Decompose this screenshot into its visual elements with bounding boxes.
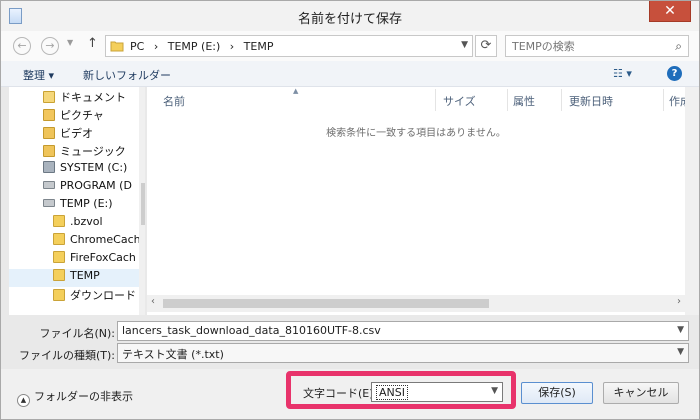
folder-icon: [110, 41, 124, 52]
column-separator[interactable]: [507, 89, 508, 111]
filename-field[interactable]: lancers_task_download_data_810160UTF-8.c…: [117, 321, 689, 341]
scroll-right-icon[interactable]: ›: [677, 296, 681, 307]
column-header-name[interactable]: 名前: [163, 93, 185, 109]
filetype-select[interactable]: テキスト文書 (*.txt) ▼: [117, 343, 689, 363]
column-header-size[interactable]: サイズ: [443, 93, 476, 109]
file-list-vertical-scrollbar[interactable]: [685, 87, 699, 315]
nav-item-documents[interactable]: ドキュメント: [43, 89, 139, 107]
nav-item-chromecache[interactable]: ChromeCach: [53, 233, 139, 251]
column-separator[interactable]: [663, 89, 664, 111]
address-row: ← → ▼ ↑ PC › TEMP (E:) › TEMP ▼ ⟳ ⌕: [1, 31, 699, 61]
documents-icon: [43, 91, 55, 103]
folder-icon: [53, 251, 65, 263]
breadcrumb-temp-drive[interactable]: TEMP (E:): [168, 40, 221, 53]
forward-button[interactable]: →: [41, 37, 59, 55]
column-separator[interactable]: [435, 89, 436, 111]
new-folder-button[interactable]: 新しいフォルダー: [83, 67, 171, 83]
sort-ascending-icon: ▲: [293, 87, 299, 95]
back-button[interactable]: ←: [13, 37, 31, 55]
search-box[interactable]: ⌕: [505, 35, 689, 57]
column-header-attributes[interactable]: 属性: [513, 93, 535, 109]
horizontal-scrollbar-thumb[interactable]: [163, 299, 489, 308]
filename-value: lancers_task_download_data_810160UTF-8.c…: [122, 324, 381, 337]
save-button[interactable]: 保存(S): [521, 382, 593, 404]
nav-item-music[interactable]: ミュージック: [43, 143, 139, 161]
column-header-modified[interactable]: 更新日時: [569, 93, 613, 109]
empty-message: 検索条件に一致する項目はありません。: [326, 128, 506, 139]
videos-icon: [43, 127, 55, 139]
up-arrow-icon[interactable]: ↑: [87, 36, 98, 51]
encoding-value: ANSI: [376, 385, 408, 400]
downloads-icon: [53, 289, 65, 301]
drive-icon: [43, 181, 55, 189]
pictures-icon: [43, 109, 55, 121]
search-icon[interactable]: ⌕: [675, 39, 682, 54]
nav-item-bzvol[interactable]: .bzvol: [53, 215, 139, 233]
breadcrumb-separator[interactable]: ›: [230, 40, 234, 53]
command-bar: 整理 ▾ 新しいフォルダー ☷ ▾ ?: [1, 61, 699, 87]
nav-item-temp-drive[interactable]: TEMP (E:): [43, 197, 139, 215]
horizontal-scrollbar[interactable]: ‹ ›: [147, 295, 685, 312]
breadcrumb-pc[interactable]: PC: [130, 40, 144, 53]
search-input[interactable]: [512, 38, 662, 54]
filename-label: ファイル名(N):: [39, 327, 115, 340]
filename-dropdown-icon[interactable]: ▼: [677, 325, 684, 335]
scroll-left-icon[interactable]: ‹: [151, 296, 155, 307]
save-as-dialog: 名前を付けて保存 ✕ ← → ▼ ↑ PC › TEMP (E:) › TEMP…: [0, 0, 700, 420]
nav-item-program-drive[interactable]: PROGRAM (D: [43, 179, 139, 197]
filetype-label: ファイルの種類(T):: [18, 349, 115, 362]
close-button[interactable]: ✕: [649, 1, 691, 22]
nav-item-pictures[interactable]: ピクチャ: [43, 107, 139, 125]
nav-item-firefoxcache[interactable]: FireFoxCach: [53, 251, 139, 269]
folder-icon: [53, 215, 65, 227]
navigation-pane: ドキュメント ピクチャ ビデオ ミュージック SYSTEM (C:) PROGR…: [9, 87, 145, 315]
nav-scrollbar-thumb[interactable]: [141, 183, 145, 225]
filetype-dropdown-icon[interactable]: ▼: [677, 347, 684, 357]
folder-icon: [53, 233, 65, 245]
window-title: 名前を付けて保存: [297, 12, 402, 27]
address-bar[interactable]: PC › TEMP (E:) › TEMP ▼: [105, 35, 473, 57]
nav-scrollbar[interactable]: [139, 87, 145, 315]
organize-button[interactable]: 整理 ▾: [23, 67, 54, 83]
encoding-select[interactable]: ANSI ▼: [371, 382, 503, 402]
breadcrumb-separator[interactable]: ›: [154, 40, 158, 53]
nav-item-downloads[interactable]: ダウンロード: [53, 287, 139, 305]
title-bar: 名前を付けて保存 ✕: [1, 1, 699, 31]
column-header-created[interactable]: 作成: [669, 93, 685, 109]
music-icon: [43, 145, 55, 157]
chevron-up-icon: ▲: [17, 394, 30, 407]
nav-item-videos[interactable]: ビデオ: [43, 125, 139, 143]
drive-icon: [43, 199, 55, 207]
address-dropdown-icon[interactable]: ▼: [461, 40, 468, 50]
folder-icon: [53, 269, 65, 281]
nav-item-system-drive[interactable]: SYSTEM (C:): [43, 161, 139, 179]
recent-locations-chevron-icon[interactable]: ▼: [67, 38, 73, 47]
encoding-dropdown-icon[interactable]: ▼: [491, 386, 498, 396]
hide-folders-button[interactable]: ▲ フォルダーの非表示: [17, 388, 133, 407]
breadcrumb-temp-folder[interactable]: TEMP: [244, 40, 274, 53]
help-icon[interactable]: ?: [667, 66, 682, 81]
column-separator[interactable]: [561, 89, 562, 111]
nav-item-temp-folder[interactable]: TEMP: [9, 269, 139, 287]
refresh-button[interactable]: ⟳: [475, 35, 497, 57]
file-list: ▲ 名前 サイズ 属性 更新日時 作成 検索条件に一致する項目はありません。 ‹…: [147, 87, 685, 315]
encoding-label: 文字コード(E):: [303, 387, 378, 400]
breadcrumb[interactable]: PC › TEMP (E:) › TEMP: [130, 40, 279, 53]
view-options-icon[interactable]: ☷ ▾: [613, 67, 632, 80]
filetype-value: テキスト文書 (*.txt): [122, 348, 224, 361]
system-drive-icon: [43, 161, 55, 173]
cancel-button[interactable]: キャンセル: [603, 382, 679, 404]
